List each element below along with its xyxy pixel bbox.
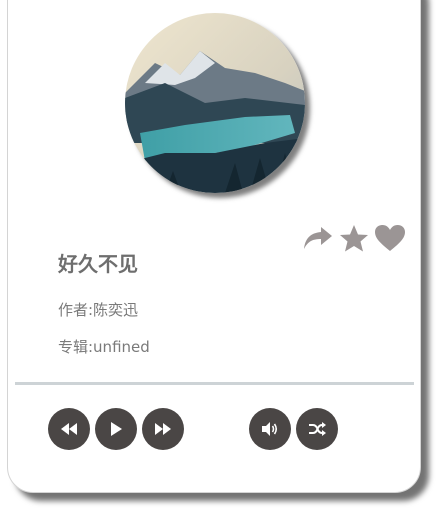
fast-forward-icon: [155, 423, 171, 435]
volume-icon: [262, 422, 278, 436]
share-button[interactable]: [302, 222, 334, 254]
song-artist: 作者:陈奕迅: [58, 301, 139, 319]
favorite-button[interactable]: [338, 222, 370, 254]
song-album: 专辑:unfined: [58, 338, 150, 356]
song-actions: [302, 222, 406, 254]
shuffle-icon: [309, 422, 326, 436]
play-icon: [111, 422, 122, 436]
album-cover: [125, 13, 305, 193]
progress-divider: [15, 382, 414, 385]
play-button[interactable]: [95, 408, 137, 450]
rewind-icon: [61, 423, 77, 435]
music-player-page: 好久不见 作者:陈奕迅 专辑:unfined: [0, 0, 437, 509]
song-title: 好久不见: [58, 252, 138, 276]
share-icon: [304, 227, 332, 249]
shuffle-button[interactable]: [296, 408, 338, 450]
album-cover-image: [125, 13, 305, 193]
next-button[interactable]: [142, 408, 184, 450]
volume-button[interactable]: [249, 408, 291, 450]
heart-icon: [375, 225, 405, 251]
like-button[interactable]: [374, 222, 406, 254]
previous-button[interactable]: [48, 408, 90, 450]
star-icon: [340, 224, 368, 251]
